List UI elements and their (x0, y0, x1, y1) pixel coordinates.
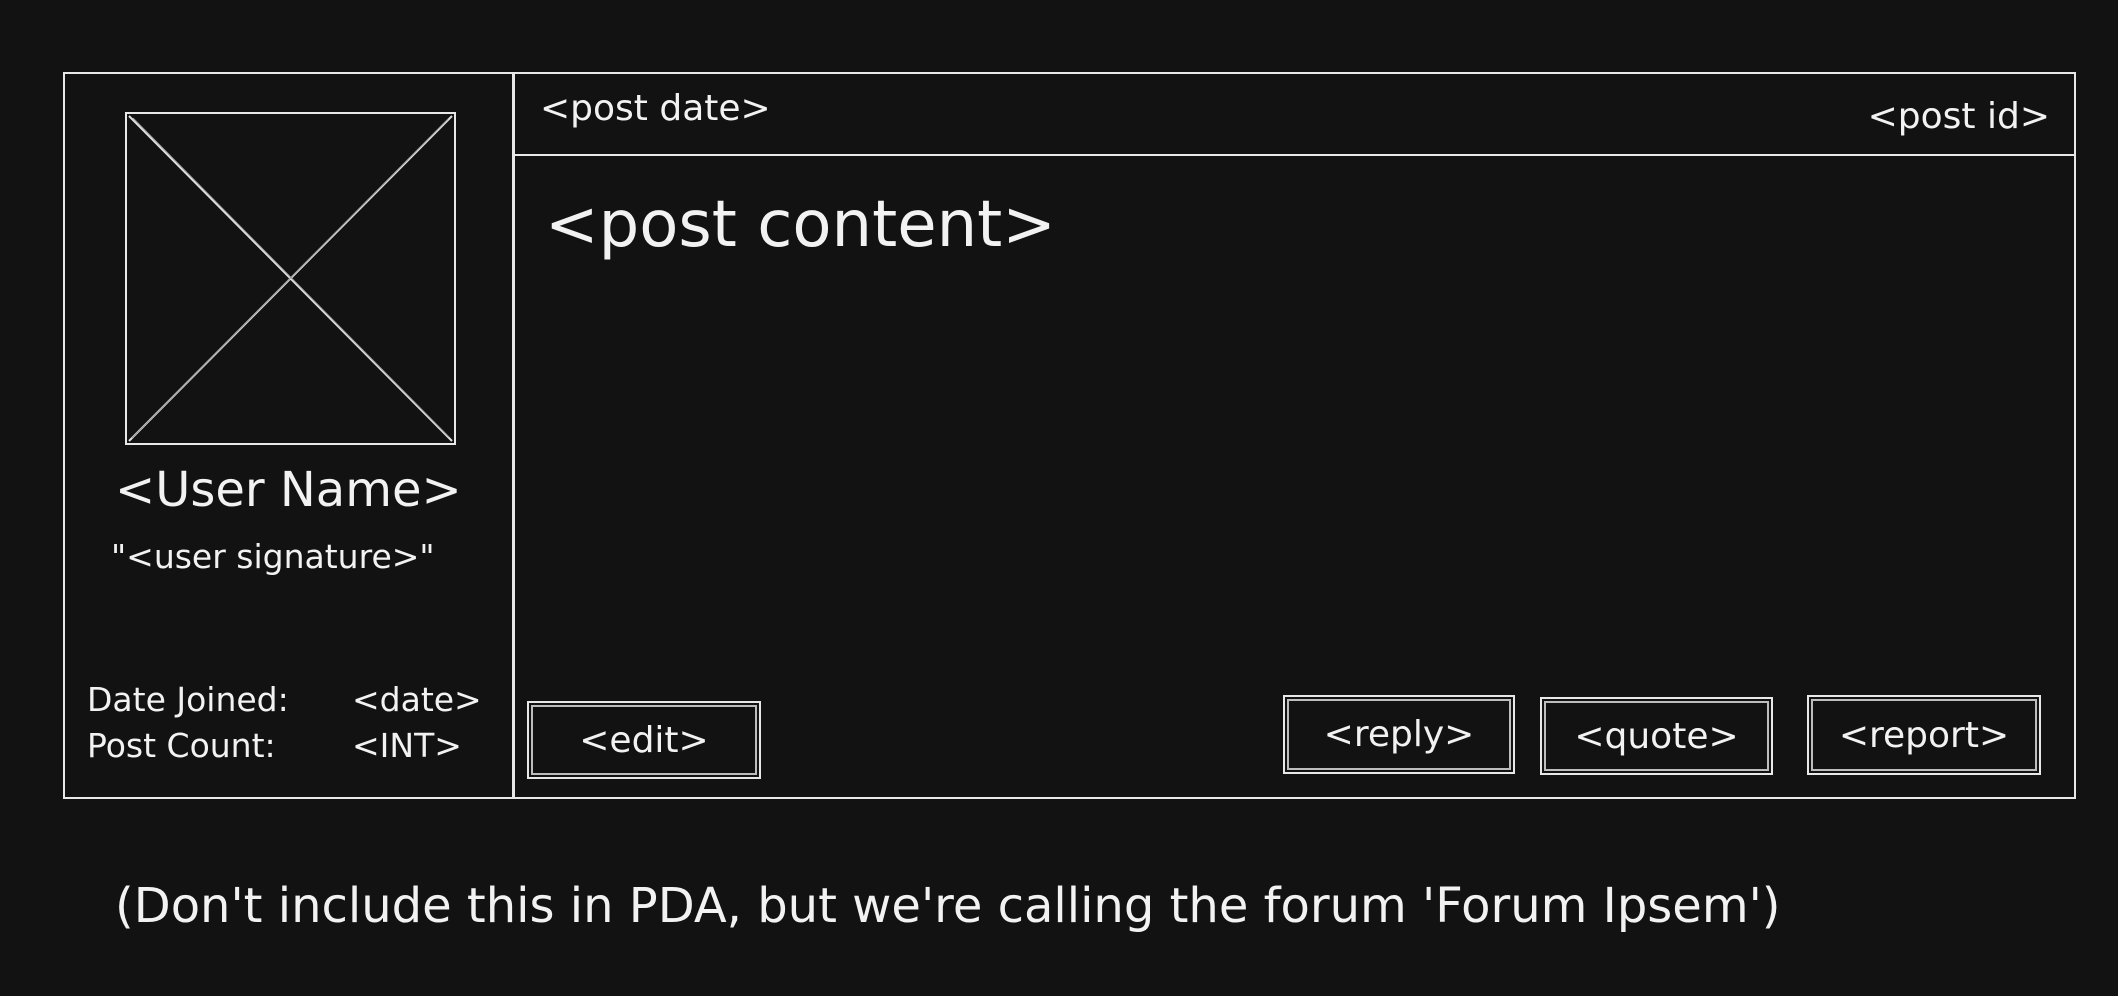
post-count-label: Post Count: (87, 726, 276, 765)
post-count-value: <INT> (352, 726, 462, 765)
reply-button[interactable]: <reply> (1283, 695, 1515, 774)
report-button[interactable]: <report> (1807, 695, 2041, 775)
user-signature: "<user signature>" (111, 537, 435, 576)
placeholder-cross-icon (128, 115, 453, 442)
post-header-divider (514, 154, 2074, 156)
date-joined-label: Date Joined: (87, 680, 289, 719)
post-content: <post content> (545, 188, 1056, 262)
post-id: <post id> (1867, 96, 2050, 137)
post-panel (512, 72, 2076, 799)
avatar-placeholder-icon (125, 112, 456, 445)
edit-button[interactable]: <edit> (527, 701, 761, 779)
forum-name-note: (Don't include this in PDA, but we're ca… (115, 878, 1781, 934)
quote-button[interactable]: <quote> (1540, 697, 1773, 775)
user-name: <User Name> (115, 462, 462, 518)
post-date: <post date> (540, 88, 771, 129)
date-joined-value: <date> (352, 680, 482, 719)
